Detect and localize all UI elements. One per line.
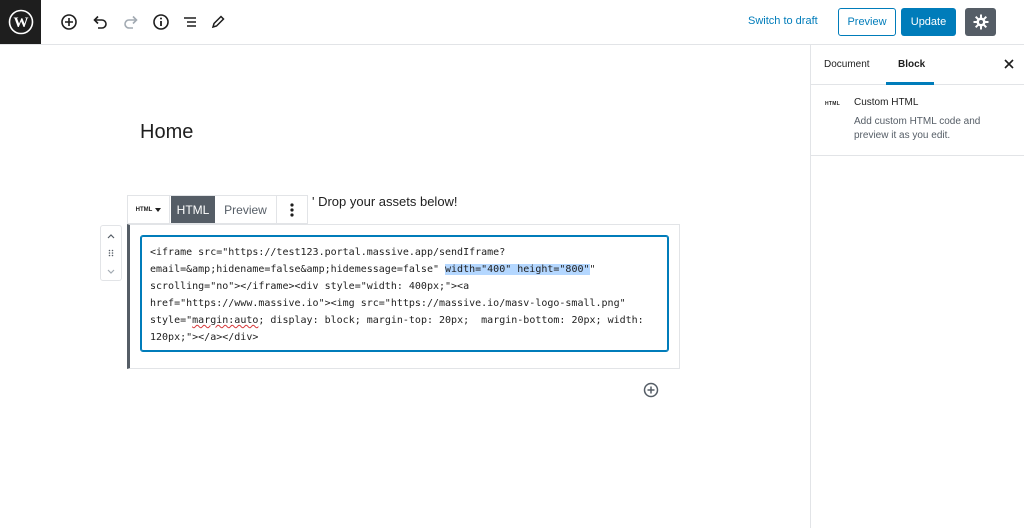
tab-preview[interactable]: Preview	[215, 196, 277, 223]
selected-text: width="400" height="800"	[445, 264, 590, 275]
undo-icon[interactable]	[89, 11, 111, 33]
chevron-down-icon	[155, 207, 162, 212]
move-up-icon[interactable]	[107, 226, 115, 244]
more-options-icon[interactable]	[277, 196, 307, 223]
spellcheck-flag: margin:auto	[192, 315, 259, 326]
redo-icon[interactable]	[120, 11, 142, 33]
preview-button[interactable]: Preview	[838, 8, 896, 36]
block-toolbar: HTML HTML Preview	[127, 195, 308, 224]
outline-list-icon[interactable]	[179, 11, 201, 33]
add-block-inserter-icon[interactable]	[643, 382, 659, 398]
page-title[interactable]: Home	[140, 121, 193, 144]
edit-pencil-icon[interactable]	[207, 11, 229, 33]
switch-to-draft-link[interactable]: Switch to draft	[748, 15, 818, 27]
move-down-icon[interactable]	[107, 262, 115, 280]
tab-html[interactable]: HTML	[171, 196, 215, 223]
block-mover	[100, 225, 122, 281]
html-code-content: <iframe src="https://test123.portal.mass…	[150, 247, 644, 343]
block-type-switcher[interactable]: HTML	[128, 196, 170, 223]
paragraph-block[interactable]: ' Drop your assets below!	[312, 194, 458, 209]
html-block-icon: HTML	[825, 101, 841, 107]
add-block-icon[interactable]	[58, 11, 80, 33]
block-card-title: Custom HTML	[854, 97, 919, 108]
tab-document[interactable]: Document	[824, 59, 870, 70]
close-icon[interactable]	[1002, 57, 1016, 71]
info-icon[interactable]	[150, 11, 172, 33]
tab-block[interactable]: Block	[898, 59, 925, 70]
block-card-description: Add custom HTML code and preview it as y…	[854, 116, 981, 141]
update-button[interactable]: Update	[901, 8, 956, 36]
settings-sidebar: Document Block HTML Custom HTML Add cust…	[810, 45, 1024, 528]
drag-handle-icon[interactable]	[108, 244, 114, 262]
block-type-label: HTML	[135, 206, 153, 213]
sidebar-tabs: Document Block	[811, 45, 1024, 85]
svg-text:W: W	[13, 15, 28, 31]
wordpress-logo-icon[interactable]: W	[0, 0, 41, 44]
settings-gear-icon[interactable]	[965, 8, 996, 36]
editor-top-toolbar: W Switch to draft Preview Update	[0, 0, 1024, 45]
